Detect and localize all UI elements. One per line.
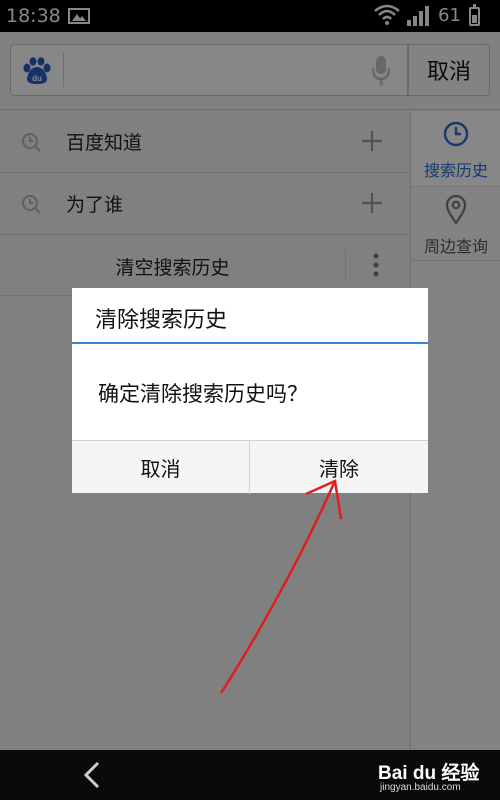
watermark-logo: Bai du 经验 xyxy=(378,763,480,784)
dialog-clear-button[interactable]: 清除 xyxy=(250,441,428,494)
watermark: Bai du 经验 jingyan.baidu.com xyxy=(360,706,500,800)
dialog-cancel-button[interactable]: 取消 xyxy=(72,441,250,494)
dialog-button-bar: 取消 清除 xyxy=(72,440,428,494)
dialog-title: 清除搜索历史 xyxy=(95,308,228,333)
watermark-url: jingyan.baidu.com xyxy=(380,782,461,793)
clear-history-dialog: 清除搜索历史 确定清除搜索历史吗？ 取消 清除 xyxy=(72,288,428,494)
dialog-message: 确定清除搜索历史吗？ xyxy=(98,382,308,406)
dialog-title-divider xyxy=(72,342,428,344)
back-arrow-icon[interactable] xyxy=(82,760,102,790)
